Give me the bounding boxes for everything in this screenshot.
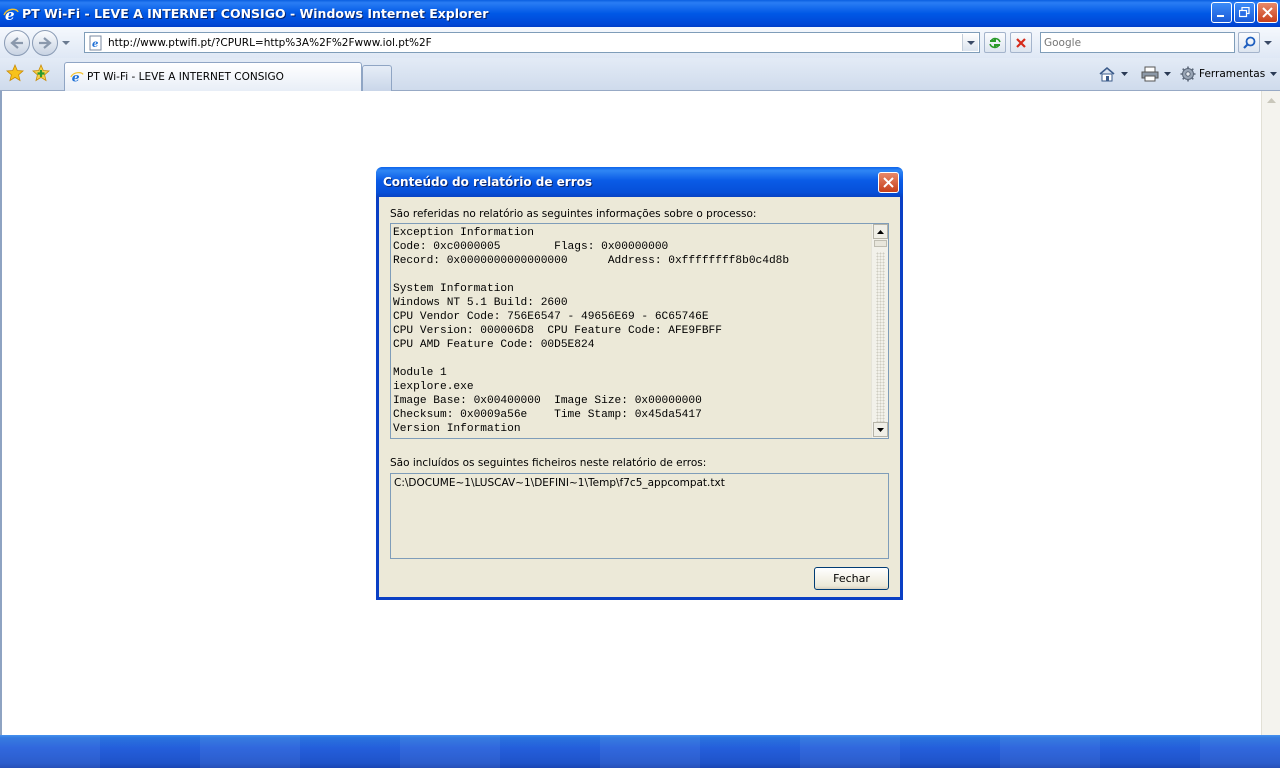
report-scroll-up-button[interactable] bbox=[873, 224, 888, 239]
stop-button[interactable] bbox=[1010, 32, 1032, 53]
svg-text:e: e bbox=[92, 39, 98, 50]
report-contents-box[interactable]: Exception Information Code: 0xc0000005 F… bbox=[390, 223, 889, 439]
taskbar-background bbox=[0, 735, 1280, 768]
chevron-down-icon bbox=[1164, 71, 1171, 76]
ie-logo-icon: e bbox=[3, 6, 19, 22]
print-button[interactable] bbox=[1141, 64, 1171, 84]
chevron-down-icon bbox=[1263, 40, 1272, 45]
restore-icon bbox=[1239, 7, 1250, 18]
search-icon bbox=[1242, 36, 1255, 49]
close-icon bbox=[1262, 7, 1273, 18]
chevron-up-icon bbox=[1267, 97, 1276, 103]
report-scroll-track[interactable] bbox=[876, 252, 885, 422]
home-button[interactable] bbox=[1098, 64, 1128, 84]
add-favorite-icon[interactable] bbox=[32, 64, 50, 82]
page-icon: e bbox=[89, 35, 102, 50]
report-info-label: São referidas no relatório as seguintes … bbox=[390, 208, 757, 220]
recent-pages-dropdown-icon[interactable] bbox=[62, 38, 70, 48]
refresh-icon bbox=[989, 37, 1001, 48]
home-icon bbox=[1099, 66, 1115, 82]
tools-label: Ferramentas bbox=[1199, 68, 1266, 80]
report-scroll-down-button[interactable] bbox=[873, 422, 888, 437]
page-scrollbar[interactable] bbox=[1261, 91, 1280, 735]
chevron-up-icon bbox=[877, 229, 884, 234]
dialog-body: São referidas no relatório as seguintes … bbox=[379, 197, 900, 597]
report-scrollbar[interactable] bbox=[871, 224, 888, 438]
search-options-dropdown[interactable] bbox=[1261, 32, 1274, 53]
tab-active[interactable]: e PT Wi-Fi - LEVE A INTERNET CONSIGO bbox=[64, 62, 362, 91]
chevron-down-icon bbox=[1270, 71, 1278, 76]
included-files-label: São incluídos os seguintes ficheiros nes… bbox=[390, 457, 707, 469]
svg-text:e: e bbox=[5, 6, 15, 22]
search-input[interactable] bbox=[1044, 36, 1229, 49]
minimize-button[interactable] bbox=[1211, 2, 1232, 23]
address-toolbar: e http://www.ptwifi.pt/?CPURL=http%3A%2F… bbox=[0, 27, 1280, 58]
close-icon bbox=[883, 177, 894, 188]
included-files-box[interactable]: C:\DOCUME~1\LUSCAV~1\DEFINI~1\Temp\f7c5_… bbox=[390, 473, 889, 559]
forward-button[interactable] bbox=[32, 30, 58, 56]
included-file-path[interactable]: C:\DOCUME~1\LUSCAV~1\DEFINI~1\Temp\f7c5_… bbox=[394, 477, 725, 489]
report-scroll-thumb[interactable] bbox=[874, 240, 887, 247]
window-title: PT Wi-Fi - LEVE A INTERNET CONSIGO - Win… bbox=[22, 6, 489, 21]
dialog-close-button[interactable] bbox=[878, 172, 899, 193]
scroll-up-button[interactable] bbox=[1264, 93, 1279, 108]
back-arrow-icon bbox=[10, 37, 23, 49]
chevron-down-icon bbox=[966, 40, 975, 45]
favorites-star-icon[interactable] bbox=[6, 64, 24, 82]
address-dropdown-button[interactable] bbox=[962, 34, 978, 51]
refresh-button[interactable] bbox=[984, 32, 1006, 53]
page-icon: e bbox=[70, 70, 84, 84]
gear-icon bbox=[1180, 66, 1196, 82]
taskbar bbox=[0, 735, 1280, 768]
window-titlebar: e PT Wi-Fi - LEVE A INTERNET CONSIGO - W… bbox=[0, 0, 1280, 27]
dialog-title: Conteúdo do relatório de erros bbox=[383, 175, 593, 189]
report-contents-text[interactable]: Exception Information Code: 0xc0000005 F… bbox=[393, 226, 869, 436]
new-tab-button[interactable] bbox=[362, 65, 392, 91]
address-url[interactable]: http://www.ptwifi.pt/?CPURL=http%3A%2F%2… bbox=[108, 37, 432, 49]
stop-icon bbox=[1016, 37, 1026, 48]
restore-button[interactable] bbox=[1234, 2, 1255, 23]
back-button[interactable] bbox=[4, 30, 30, 56]
chevron-down-icon bbox=[1121, 71, 1128, 76]
search-box[interactable] bbox=[1040, 32, 1235, 53]
printer-icon bbox=[1141, 66, 1159, 82]
tab-label: PT Wi-Fi - LEVE A INTERNET CONSIGO bbox=[87, 71, 284, 83]
fechar-button[interactable]: Fechar bbox=[814, 567, 889, 590]
error-report-dialog: Conteúdo do relatório de erros São refer… bbox=[376, 167, 903, 600]
address-field[interactable]: e http://www.ptwifi.pt/?CPURL=http%3A%2F… bbox=[84, 32, 980, 53]
forward-arrow-icon bbox=[39, 37, 52, 49]
tab-bar: e PT Wi-Fi - LEVE A INTERNET CONSIGO Fer… bbox=[0, 58, 1280, 91]
search-button[interactable] bbox=[1238, 32, 1260, 53]
dialog-titlebar: Conteúdo do relatório de erros bbox=[376, 167, 903, 197]
tools-button[interactable]: Ferramentas bbox=[1180, 64, 1278, 84]
minimize-icon bbox=[1217, 15, 1224, 17]
window-close-button[interactable] bbox=[1257, 2, 1278, 23]
chevron-down-icon bbox=[877, 427, 884, 432]
